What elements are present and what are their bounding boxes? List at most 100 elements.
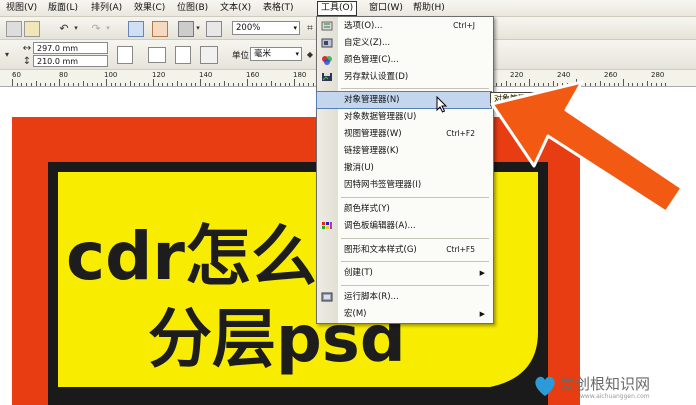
menu-item-save-defaults[interactable]: 另存默认设置(D): [317, 69, 491, 85]
menu-item-color-styles[interactable]: 颜色样式(Y): [317, 201, 491, 217]
redo-dropdown-icon[interactable]: ▾: [104, 19, 112, 37]
menu-window[interactable]: 窗口(W): [366, 2, 406, 15]
current-page-icon[interactable]: [200, 46, 218, 64]
menu-arrange[interactable]: 排列(A): [88, 2, 125, 15]
ruler-tick: [256, 83, 258, 86]
menu-item-create[interactable]: 创建(T) ▶: [317, 265, 491, 281]
menu-item-label: 选项(O)...: [344, 21, 383, 31]
page-height-field[interactable]: 210.0 mm: [33, 55, 108, 67]
menu-item-object-manager[interactable]: 对象管理器(N): [316, 91, 492, 109]
ruler-tick: [101, 83, 103, 86]
paper-preset-dropdown-icon[interactable]: ▾: [2, 48, 12, 60]
ruler-label: 60: [12, 71, 21, 79]
undo-dropdown-icon[interactable]: ▾: [72, 19, 80, 37]
menu-item-label: 调色板编辑器(A)...: [344, 221, 416, 231]
menu-item-label: 撤消(U): [344, 163, 374, 173]
menu-item-undo[interactable]: 撤消(U): [317, 160, 491, 176]
snap-to-icon[interactable]: ⌗: [304, 21, 316, 35]
menu-separator: [341, 197, 489, 198]
application-launcher-icon[interactable]: [178, 21, 194, 37]
ruler-tick: [143, 83, 145, 86]
menu-item-bookmark-manager[interactable]: 因特网书签管理器(I): [317, 177, 491, 193]
menu-item-view-manager[interactable]: 视图管理器(W) Ctrl+F2: [317, 126, 491, 142]
import-icon[interactable]: [128, 21, 144, 37]
ruler-label: 160: [246, 71, 260, 79]
menu-text[interactable]: 文本(X): [217, 2, 254, 15]
menu-item-graphic-text-styles[interactable]: 图形和文本样式(G) Ctrl+F5: [317, 242, 491, 258]
ruler-tick: [279, 83, 281, 86]
ruler-tick: [124, 83, 126, 86]
menu-tools[interactable]: 工具(O): [317, 1, 358, 16]
menu-item-run-script[interactable]: 运行脚本(R)...: [317, 289, 491, 305]
ruler-label: 100: [104, 71, 118, 79]
menu-item-label: 运行脚本(R)...: [344, 292, 399, 302]
mouse-cursor-icon: [436, 96, 448, 113]
ruler-tick: [251, 83, 253, 86]
ruler-tick: [16, 83, 18, 86]
menu-item-customize[interactable]: 自定义(Z)...: [317, 35, 491, 51]
menu-help[interactable]: 帮助(H): [410, 2, 448, 15]
ruler-tick: [185, 83, 187, 86]
ruler-tick: [167, 83, 169, 86]
landscape-icon[interactable]: [148, 47, 166, 63]
ruler-label: 80: [59, 71, 68, 79]
menu-item-color-management[interactable]: 颜色管理(C)...: [317, 52, 491, 68]
menu-bitmaps[interactable]: 位图(B): [174, 2, 211, 15]
ruler-tick: [275, 83, 277, 86]
ruler-tick: [214, 83, 216, 86]
page-width-field[interactable]: 297.0 mm: [33, 42, 108, 54]
all-pages-icon[interactable]: [175, 46, 191, 64]
menu-view[interactable]: 视图(V): [3, 2, 40, 15]
copy-icon[interactable]: [6, 21, 22, 37]
ruler-tick: [261, 83, 263, 86]
menu-item-label: 颜色样式(Y): [344, 204, 390, 214]
ruler-tick: [242, 83, 244, 86]
ruler-tick: [190, 83, 192, 86]
submenu-arrow-icon: ▶: [479, 310, 485, 318]
menu-item-link-manager[interactable]: 链接管理器(K): [317, 143, 491, 159]
submenu-arrow-icon: ▶: [479, 269, 485, 277]
watermark-text: 爱创根知识网: [560, 375, 651, 393]
ruler-tick: [294, 79, 295, 86]
menu-item-object-data-manager[interactable]: 对象数据管理器(U): [317, 109, 491, 125]
welcome-screen-icon[interactable]: [206, 21, 222, 37]
poster-title-line1: cdr怎么: [66, 218, 317, 295]
menu-effects[interactable]: 效果(C): [131, 2, 168, 15]
menu-separator: [341, 285, 489, 286]
portrait-icon[interactable]: [117, 46, 133, 64]
nudge-icon[interactable]: ◆: [306, 46, 314, 62]
options-icon: [321, 21, 333, 31]
color-management-icon: [322, 56, 332, 65]
menu-item-palette-editor[interactable]: 调色板编辑器(A)...: [317, 218, 491, 234]
menu-item-label: 因特网书签管理器(I): [344, 180, 422, 190]
paste-icon[interactable]: [24, 21, 40, 37]
menu-item-label: 颜色管理(C)...: [344, 55, 399, 65]
ruler-tick: [171, 83, 173, 86]
menu-item-label: 视图管理器(W): [344, 129, 402, 139]
zoom-level-select[interactable]: 200% ▾: [232, 21, 300, 35]
menu-item-label: 宏(M): [344, 309, 367, 319]
ruler-tick: [40, 83, 42, 86]
unit-select[interactable]: 毫米 ▾: [250, 47, 302, 61]
ruler-tick: [195, 83, 197, 86]
zoom-level-value: 200%: [236, 23, 261, 33]
ruler-tick: [312, 83, 314, 86]
menu-layout[interactable]: 版面(L): [45, 2, 81, 15]
menu-item-options[interactable]: 选项(O)... Ctrl+J: [317, 18, 491, 34]
menu-item-macros[interactable]: 宏(M) ▶: [317, 306, 491, 322]
ruler-tick: [289, 83, 291, 86]
ruler-label: 220: [510, 71, 524, 79]
ruler-tick: [228, 83, 230, 86]
ruler-tick: [209, 83, 211, 86]
undo-icon[interactable]: ↶: [56, 19, 72, 37]
ruler-tick: [49, 83, 51, 86]
watermark-logo-icon: [535, 376, 555, 396]
ruler-tick: [223, 81, 225, 86]
ruler-tick: [12, 79, 13, 86]
redo-icon[interactable]: ↷: [88, 19, 104, 37]
menu-table[interactable]: 表格(T): [260, 2, 297, 15]
ruler-tick: [77, 83, 79, 86]
ruler-tick: [303, 83, 305, 86]
export-icon[interactable]: [152, 21, 168, 37]
launcher-dropdown-icon[interactable]: ▾: [194, 19, 202, 37]
